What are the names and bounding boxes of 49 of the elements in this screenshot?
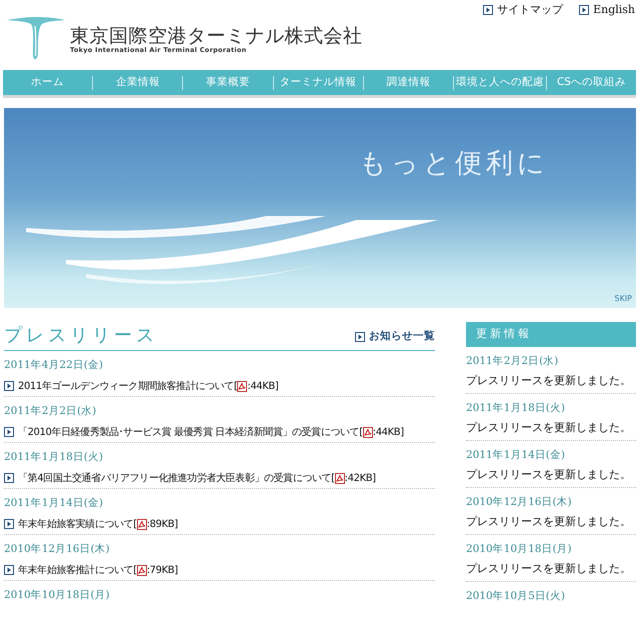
file-size: :44KB]: [247, 380, 278, 394]
pdf-icon: [136, 518, 147, 530]
release-date: 2011年4月22日(金): [4, 358, 104, 373]
release-date: 2011年1月14日(金): [4, 496, 104, 511]
arrow-square-icon: [4, 473, 14, 484]
release-link[interactable]: 年末年始旅客実績について[: [18, 516, 137, 532]
update-text: プレスリリースを更新しました。: [466, 420, 632, 436]
logo-icon: [6, 16, 66, 62]
release-link[interactable]: 「2010年日経優秀製品･サービス賞 最優秀賞 日本経済新聞賞」の受賞について[: [18, 424, 363, 440]
section-title: プレスリリース: [4, 324, 158, 348]
arrow-square-icon: [483, 5, 494, 16]
release-date: 2011年1月18日(火): [4, 450, 104, 465]
skip-link[interactable]: SKIP: [614, 293, 632, 305]
arrow-square-icon: [4, 565, 14, 576]
arrow-square-icon: [4, 381, 14, 392]
top-link[interactable]: English: [579, 2, 635, 18]
arrow-square-icon: [355, 332, 365, 342]
file-size: :89KB]: [146, 518, 178, 532]
update-date: 2010年12月16日(木): [466, 494, 573, 510]
arrow-square-icon: [4, 427, 14, 438]
release-date: 2010年10月18日(月): [4, 588, 111, 603]
pdf-icon: [362, 426, 373, 438]
update-date: 2010年10月18日(月): [466, 542, 573, 556]
release-date: 2010年12月16日(木): [4, 542, 111, 557]
release-link[interactable]: 「第4回国土交通省バリアフリー化推進功労者大臣表彰」の受賞について[: [18, 470, 335, 486]
update-date: 2011年1月14日(金): [466, 448, 566, 462]
file-size: :79KB]: [146, 564, 178, 578]
company-name: 東京国際空港ターミナル株式会社: [70, 27, 362, 46]
update-text: プレスリリースを更新しました。: [466, 561, 632, 578]
update-text: プレスリリースを更新しました。: [466, 467, 632, 484]
top-link[interactable]: サイトマップ: [483, 2, 564, 18]
arrow-square-icon: [579, 5, 590, 16]
release-link[interactable]: 年末年始旅客推計について[: [18, 562, 137, 578]
update-date: 2011年2月2日(水): [466, 354, 560, 368]
sidebar-heading: 更新情報: [466, 322, 636, 346]
update-date: 2011年1月18日(火): [466, 400, 566, 416]
file-size: :42KB]: [344, 472, 376, 486]
release-date: 2011年2月2日(水): [4, 404, 98, 419]
update-text: プレスリリースを更新しました。: [466, 373, 632, 390]
news-list-link[interactable]: お知らせ一覧: [355, 329, 435, 345]
pdf-icon: [237, 380, 248, 392]
update-text: プレスリリースを更新しました。: [466, 514, 632, 530]
pdf-icon: [334, 472, 345, 484]
update-date: 2010年10月5日(火): [466, 588, 566, 604]
arrow-square-icon: [4, 519, 14, 530]
file-size: :44KB]: [372, 426, 404, 440]
hero-headline: もっと便利に: [359, 147, 549, 181]
pdf-icon: [136, 564, 147, 576]
release-link[interactable]: 2011年ゴールデンウィーク期間旅客推計について[: [18, 378, 238, 394]
